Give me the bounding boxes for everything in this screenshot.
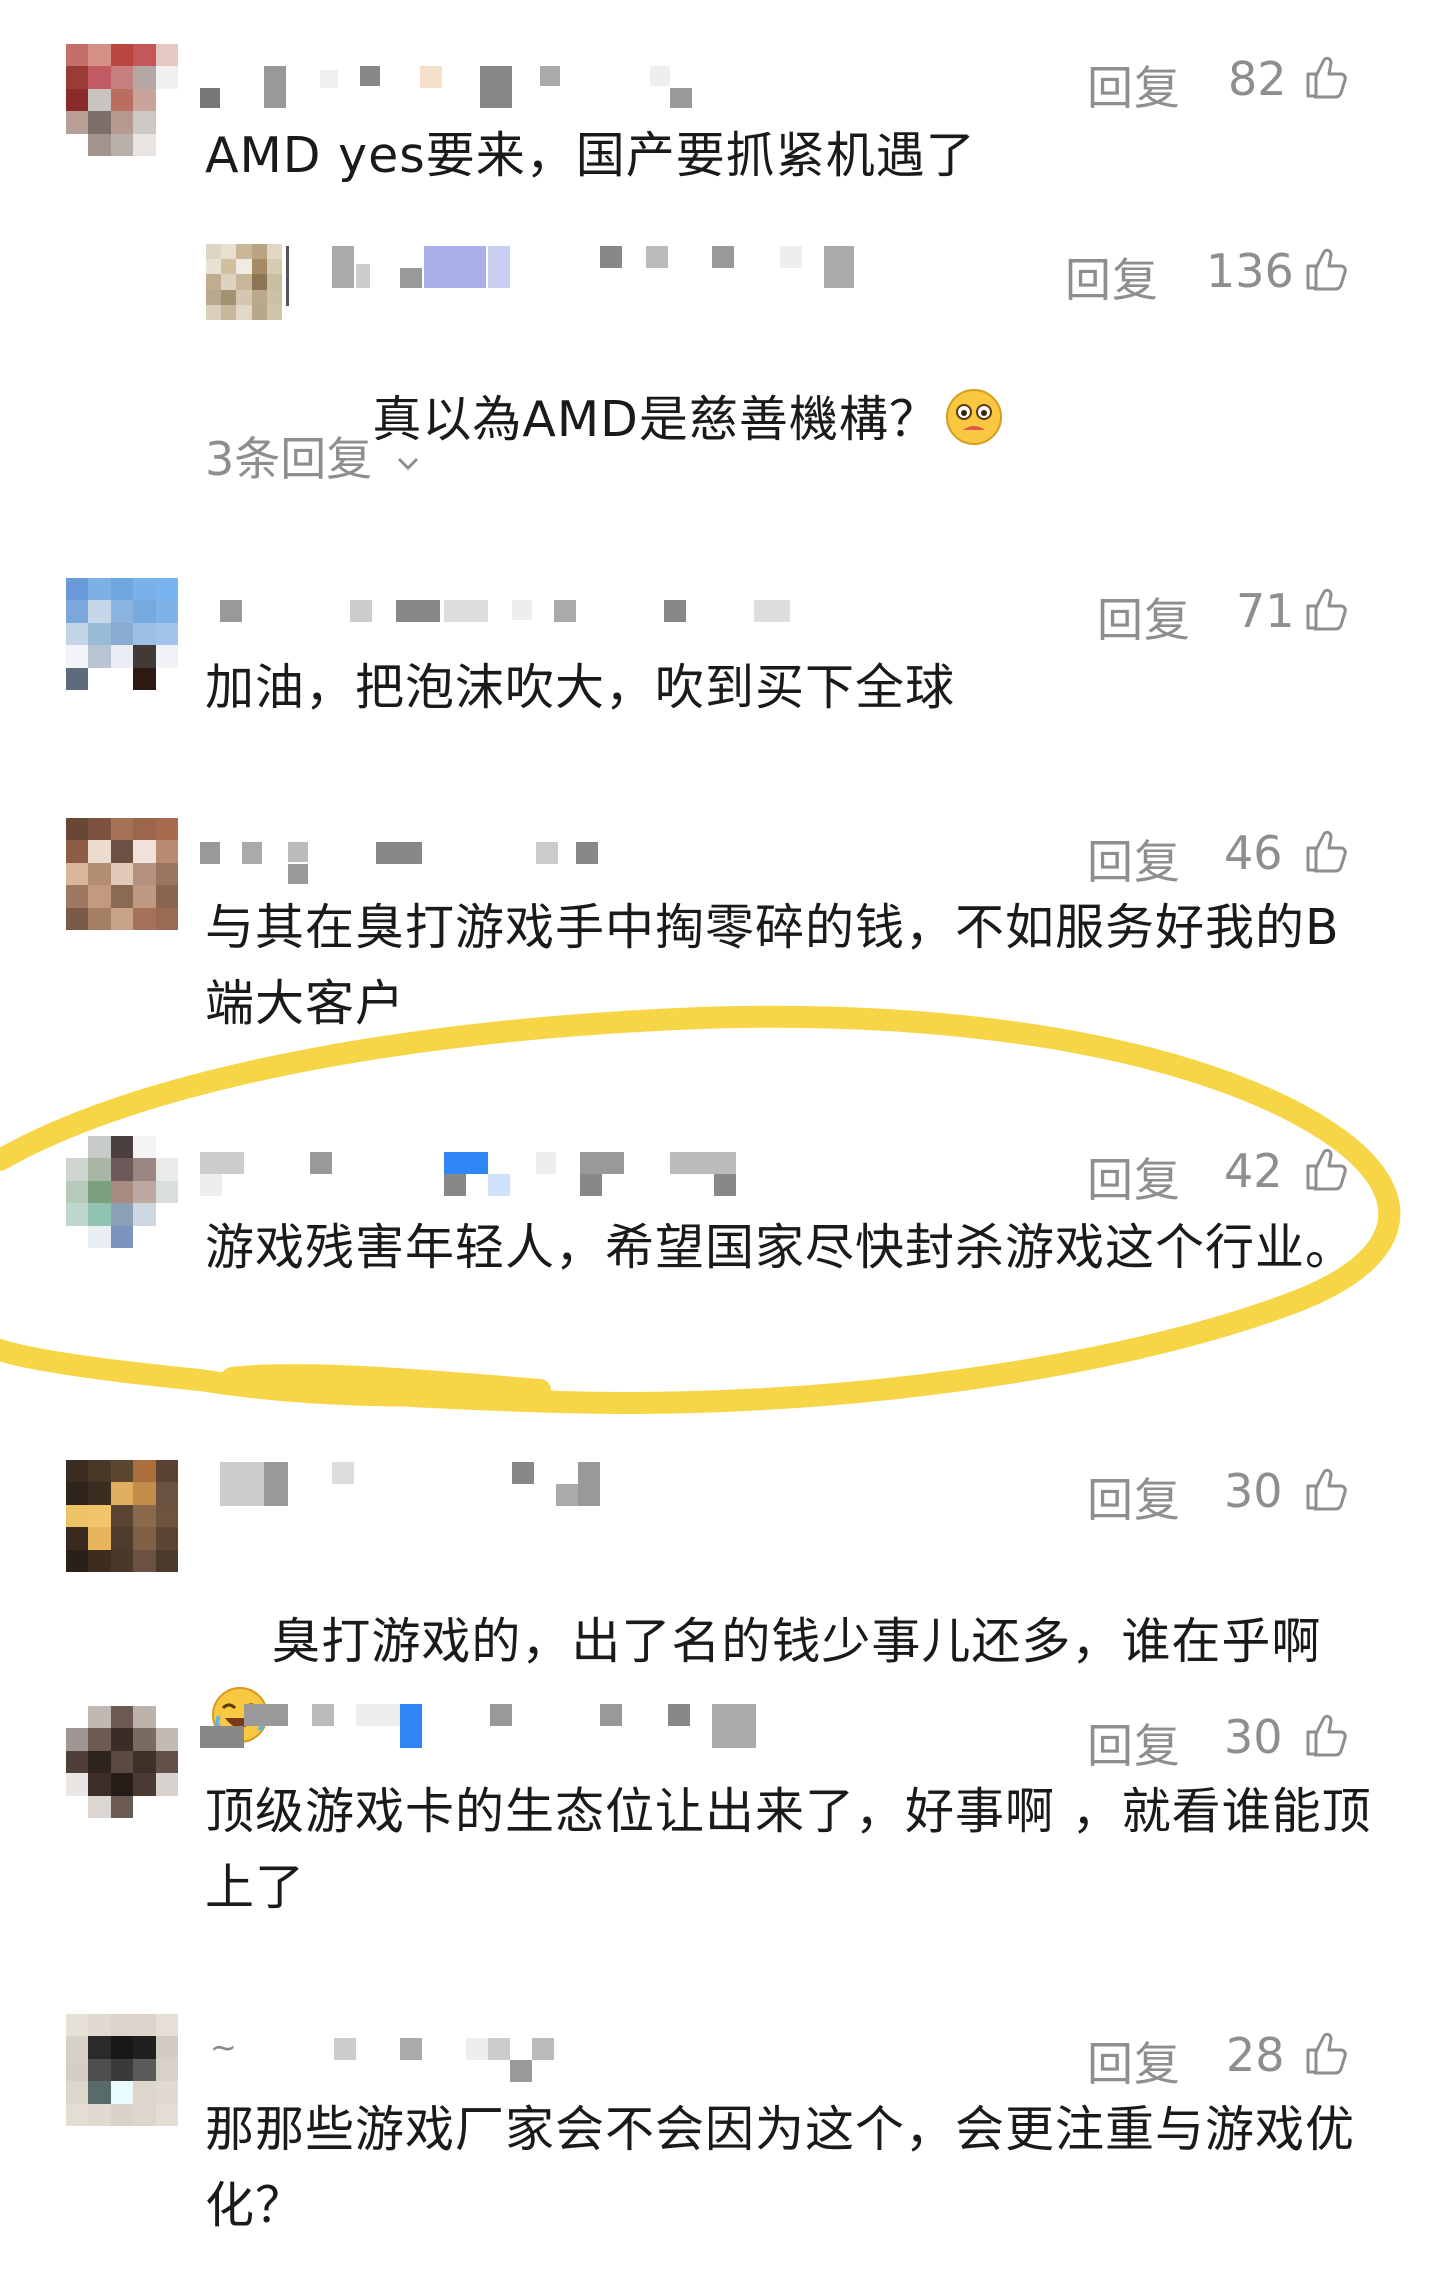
avatar[interactable]	[66, 818, 178, 930]
avatar[interactable]	[66, 44, 178, 156]
divider	[286, 246, 289, 306]
thumbs-up-icon[interactable]	[1300, 1464, 1350, 1514]
avatar[interactable]	[66, 1136, 178, 1248]
like-count: 82	[1228, 52, 1287, 106]
thumbs-up-icon[interactable]	[1300, 1710, 1350, 1760]
username-pixelated[interactable]	[332, 246, 872, 288]
like-count: 28	[1226, 2028, 1285, 2082]
chevron-down-icon	[397, 457, 418, 471]
username-pixelated[interactable]	[220, 1462, 620, 1506]
avatar[interactable]	[206, 244, 282, 320]
reply-button[interactable]: 回复	[1087, 1464, 1181, 1530]
username-pixelated[interactable]	[200, 836, 620, 884]
emoji-icon	[945, 389, 1002, 445]
thumbs-up-icon[interactable]	[1300, 244, 1350, 294]
thumbs-up-icon[interactable]	[1300, 826, 1350, 876]
thumbs-up-icon[interactable]	[1300, 1144, 1350, 1194]
thumbs-up-icon[interactable]	[1300, 52, 1350, 102]
more-replies-button[interactable]: 3条回复	[205, 423, 423, 489]
reply-button[interactable]: 回复	[1087, 826, 1181, 892]
reply-button[interactable]: 回复	[1097, 584, 1191, 650]
comment-text: 顶级游戏卡的生态位让出来了，好事啊 ，就看谁能顶上了	[205, 1783, 1372, 1916]
avatar[interactable]	[66, 2014, 178, 2126]
username-pixelated[interactable]	[200, 60, 720, 108]
like-count: 42	[1224, 1144, 1283, 1198]
username-pixelated[interactable]: ~	[210, 2028, 770, 2082]
comment-text: 加油，把泡沫吹大，吹到买下全球	[205, 659, 956, 716]
comment-text-content: 臭打游戏的，出了名的钱少事儿还多，谁在乎啊	[271, 1613, 1322, 1670]
reply-button[interactable]: 回复	[1087, 52, 1181, 118]
username-prefix: ~	[210, 2028, 237, 2066]
thumbs-up-icon[interactable]	[1300, 2028, 1350, 2078]
comment-text: AMD yes要来，国产要抓紧机遇了	[205, 127, 976, 184]
like-count: 46	[1224, 826, 1283, 880]
thumbs-up-icon[interactable]	[1300, 584, 1350, 634]
reply-button[interactable]: 回复	[1087, 1144, 1181, 1210]
reply-button[interactable]: 回复	[1087, 2028, 1181, 2094]
more-replies-label: 3条回复	[205, 432, 373, 486]
like-count: 71	[1236, 584, 1295, 638]
reply-text-content: 真以為AMD是慈善機構？	[372, 391, 939, 448]
reply-button[interactable]: 回复	[1087, 1710, 1181, 1776]
username-pixelated[interactable]	[200, 1152, 760, 1196]
avatar[interactable]	[66, 578, 178, 690]
comment-text: 与其在臭打游戏手中掏零碎的钱，不如服务好我的B端大客户	[205, 899, 1340, 1032]
comment-text: 那那些游戏厂家会不会因为这个，会更注重与游戏优化？	[205, 2101, 1356, 2234]
avatar[interactable]	[66, 1460, 178, 1572]
like-count: 136	[1206, 244, 1294, 298]
comment-text: 游戏残害年轻人，希望国家尽快封杀游戏这个行业。	[205, 1219, 1356, 1276]
like-count: 30	[1224, 1464, 1283, 1518]
avatar[interactable]	[66, 1706, 178, 1818]
username-pixelated[interactable]	[200, 1704, 780, 1748]
reply-text: 真以為AMD是慈善機構？	[306, 306, 1306, 534]
username-pixelated[interactable]	[220, 596, 810, 630]
reply-button[interactable]: 回复	[1065, 244, 1159, 310]
like-count: 30	[1224, 1710, 1283, 1764]
